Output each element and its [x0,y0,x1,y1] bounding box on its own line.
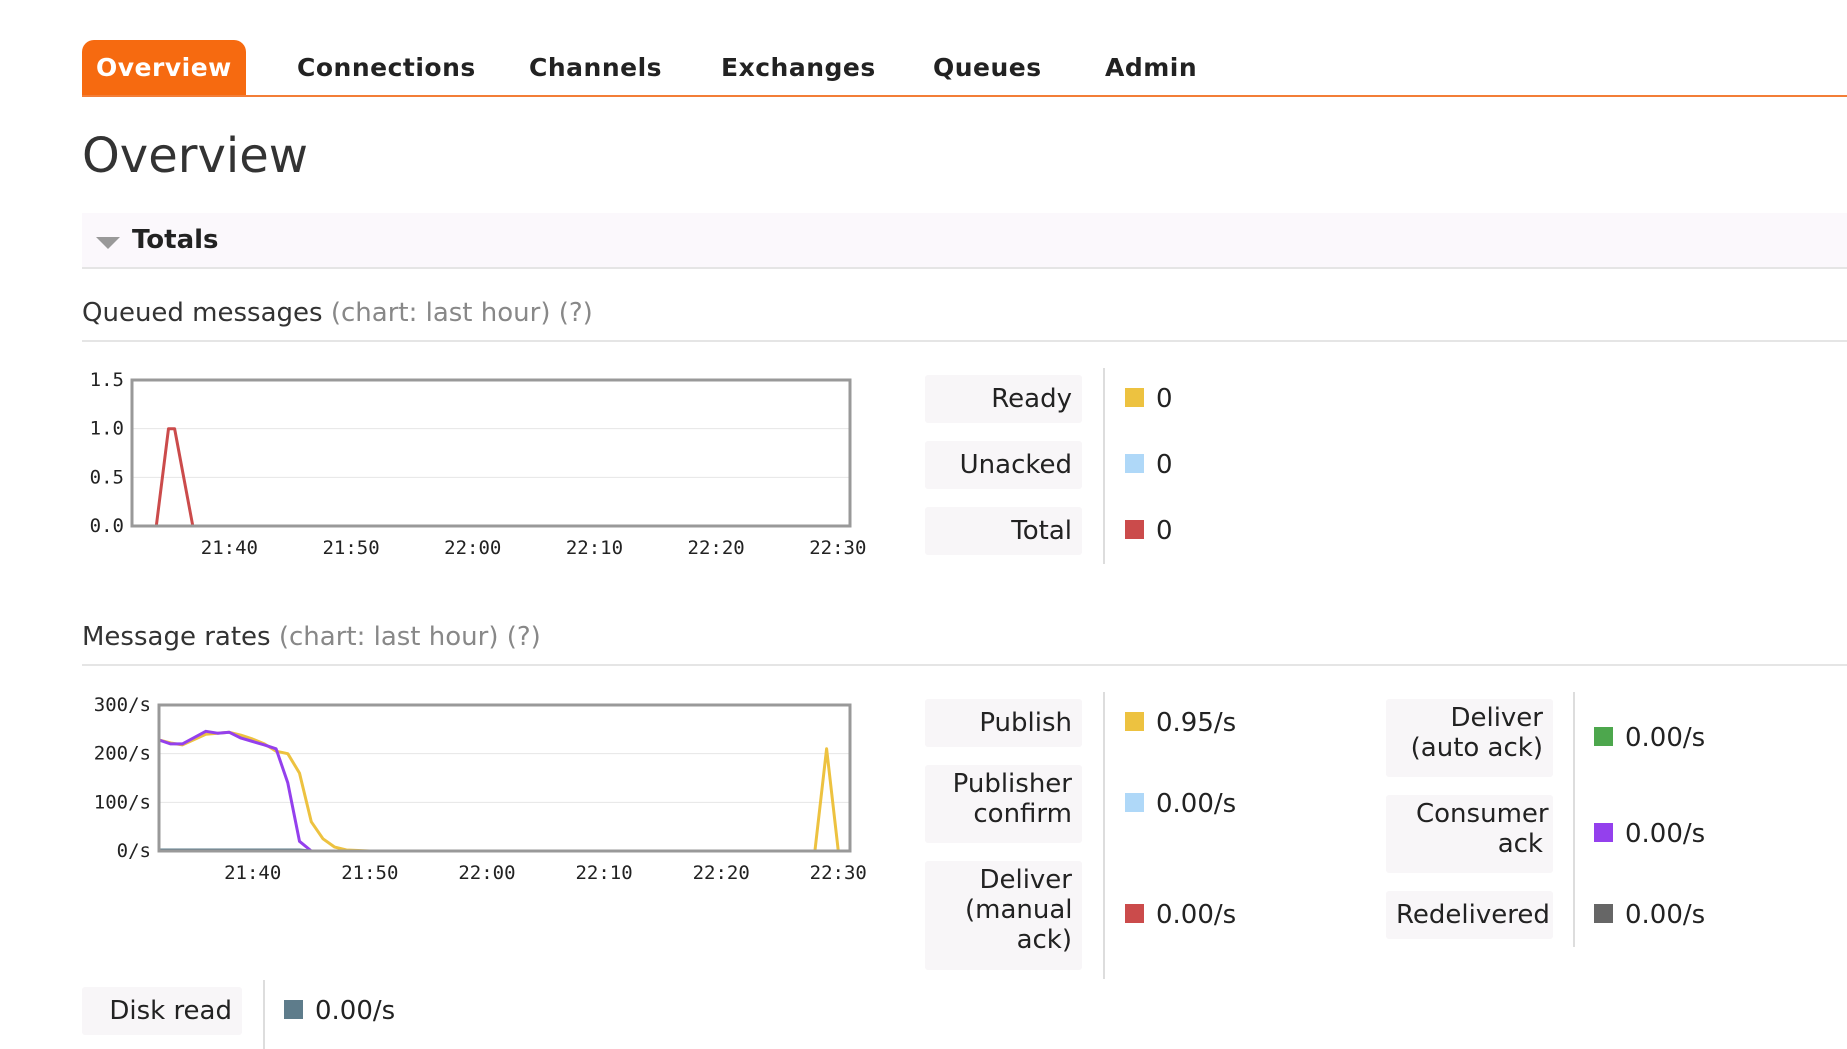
x-tick-label: 22:30 [810,862,867,884]
tab-queues[interactable]: Queues [933,40,1042,95]
stat-value-deliver-manual-ack: 0.00/s [1125,900,1236,930]
y-tick-label: 0.0 [90,515,124,537]
total-value: 0 [1156,516,1173,546]
disk-read-color-swatch [284,1000,303,1019]
stat-label-deliver-manual-ack: Deliver (manual ack) [925,861,1082,970]
x-tick-label: 22:10 [575,862,632,884]
queued-messages-chart: 0.0 0.5 1.0 1.5 21:40 21:50 22:00 22:10 22:20 22:… [82,369,882,569]
stat-value-consumer-ack: 0.00/s [1594,819,1705,849]
divider [263,980,265,1049]
message-rates-heading: Message rates (chart: last hour) (?) [82,622,1847,666]
consumer-ack-color-swatch [1594,823,1613,842]
queued-messages-chart-svg: 0.0 0.5 1.0 1.5 21:40 21:50 22:00 22:10 22:20 22:… [90,369,867,559]
stat-label-publish: Publish [925,699,1082,747]
divider [1573,692,1575,947]
page-title: Overview [82,128,308,184]
series-line [158,730,850,853]
divider [1103,692,1105,979]
x-tick-label: 22:30 [809,537,866,559]
collapse-triangle-icon [96,237,120,249]
publisher-confirm-value: 0.00/s [1156,789,1237,819]
unacked-value: 0 [1156,450,1173,480]
ready-color-swatch [1125,388,1144,407]
publisher-confirm-color-swatch [1125,793,1144,812]
redelivered-color-swatch [1594,904,1613,923]
x-tick-label: 22:20 [693,862,750,884]
tab-channels[interactable]: Channels [529,40,662,95]
stat-label-disk-read: Disk read [82,987,242,1035]
deliver-manual-ack-color-swatch [1125,904,1144,923]
plot-frame [157,703,852,853]
tab-admin[interactable]: Admin [1105,40,1197,95]
y-tick-label: 0/s [117,840,151,862]
stat-value-deliver-auto-ack: 0.00/s [1594,723,1705,753]
x-tick-label: 21:40 [224,862,281,884]
stat-value-redelivered: 0.00/s [1594,900,1705,930]
message-rates-chart-svg: 0/s 100/s 200/s 300/s 21:40 21:50 22:00 22:10 22… [94,694,867,884]
redelivered-value: 0.00/s [1625,900,1706,930]
tab-connections[interactable]: Connections [297,40,476,95]
tab-overview[interactable]: Overview [82,40,246,95]
stat-label-consumer-ack: Consumer ack [1386,795,1553,873]
message-rates-chart: 0/s 100/s 200/s 300/s 21:40 21:50 22:00 22:10 22… [82,694,882,894]
series-line [158,729,850,853]
y-tick-label: 200/s [94,743,151,765]
stat-label-redelivered: Redelivered [1386,891,1553,939]
y-tick-label: 1.5 [90,369,124,391]
stat-label-ready: Ready [925,375,1082,423]
stat-value-total: 0 [1125,516,1173,546]
stat-label-publisher-confirm: Publisher confirm [925,765,1082,843]
x-tick-label: 22:00 [444,537,501,559]
message-rates-hint[interactable]: (chart: last hour) (?) [279,622,541,652]
publish-color-swatch [1125,712,1144,731]
y-tick-label: 100/s [94,791,151,813]
plot-frame [130,378,852,528]
page: Overview Connections Channels Exchanges … [0,0,1847,1049]
stat-value-publish: 0.95/s [1125,708,1236,738]
stat-label-total: Total [925,507,1082,555]
stat-label-deliver-auto-ack: Deliver (auto ack) [1386,699,1553,777]
x-tick-label: 21:50 [322,537,379,559]
stat-value-ready: 0 [1125,384,1173,414]
ready-value: 0 [1156,384,1173,414]
x-tick-label: 21:40 [201,537,258,559]
x-tick-label: 22:10 [566,537,623,559]
unacked-color-swatch [1125,454,1144,473]
deliver-manual-ack-value: 0.00/s [1156,900,1237,930]
message-rates-title: Message rates [82,622,271,652]
totals-section-label: Totals [132,225,219,255]
queued-messages-heading: Queued messages (chart: last hour) (?) [82,298,1847,342]
queued-messages-hint[interactable]: (chart: last hour) (?) [331,298,593,328]
x-tick-label: 21:50 [341,862,398,884]
consumer-ack-value: 0.00/s [1625,819,1706,849]
publish-value: 0.95/s [1156,708,1237,738]
disk-read-value: 0.00/s [315,996,396,1026]
totals-section-toggle[interactable]: Totals [82,213,1847,269]
total-color-swatch [1125,520,1144,539]
stat-label-unacked: Unacked [925,441,1082,489]
deliver-auto-ack-value: 0.00/s [1625,723,1706,753]
y-tick-label: 0.5 [90,466,124,488]
y-tick-label: 300/s [94,694,151,716]
x-tick-label: 22:20 [688,537,745,559]
deliver-auto-ack-color-swatch [1594,727,1613,746]
x-tick-label: 22:00 [458,862,515,884]
divider [1103,368,1105,564]
stat-value-publisher-confirm: 0.00/s [1125,789,1236,819]
main-nav: Overview Connections Channels Exchanges … [82,38,1847,97]
y-tick-label: 1.0 [90,418,124,440]
tab-exchanges[interactable]: Exchanges [721,40,876,95]
stat-value-disk-read: 0.00/s [284,996,395,1026]
stat-value-unacked: 0 [1125,450,1173,480]
queued-messages-title: Queued messages [82,298,323,328]
